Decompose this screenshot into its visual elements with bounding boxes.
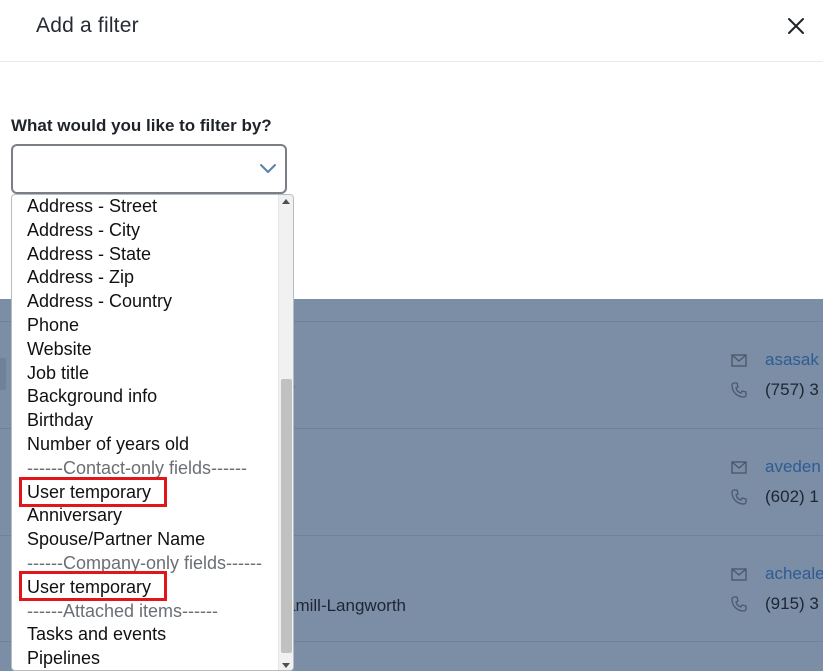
option-address-city[interactable]: Address - City	[27, 219, 140, 241]
contact-company: amill-Langworth	[286, 596, 406, 615]
option-address-street[interactable]: Address - Street	[27, 195, 157, 217]
option-spouse-partner-name[interactable]: Spouse/Partner Name	[27, 528, 205, 550]
option-anniversary[interactable]: Anniversary	[27, 504, 122, 526]
mail-icon	[731, 461, 747, 474]
filter-field-select[interactable]	[11, 144, 287, 194]
mail-icon	[731, 354, 747, 367]
filter-field-dropdown[interactable]: Address - Street Address - City Address …	[11, 194, 294, 671]
option-pipelines[interactable]: Pipelines	[27, 647, 100, 669]
option-group-contact-only: ------Contact-only fields------	[27, 457, 247, 478]
highlight-box	[19, 571, 167, 601]
option-phone[interactable]: Phone	[27, 314, 79, 336]
scroll-down-arrow-icon[interactable]	[282, 663, 290, 668]
modal-header: Add a filter	[0, 0, 823, 62]
modal-title: Add a filter	[36, 14, 139, 37]
scroll-thumb[interactable]	[281, 379, 292, 653]
phone-icon	[731, 596, 747, 612]
close-button[interactable]	[780, 12, 812, 40]
option-tasks-and-events[interactable]: Tasks and events	[27, 623, 166, 645]
option-address-zip[interactable]: Address - Zip	[27, 266, 134, 288]
phone-icon	[731, 382, 747, 398]
row-avatar	[0, 358, 6, 390]
option-job-title[interactable]: Job title	[27, 362, 89, 384]
contact-email[interactable]: asasak	[765, 350, 819, 370]
option-group-attached-items: ------Attached items------	[27, 600, 218, 621]
filter-question-label: What would you like to filter by?	[11, 116, 272, 135]
close-icon	[788, 18, 804, 34]
contact-phone: (602) 1	[765, 487, 819, 506]
contact-email[interactable]: aveden	[765, 457, 821, 477]
option-background-info[interactable]: Background info	[27, 385, 157, 407]
option-number-of-years-old[interactable]: Number of years old	[27, 433, 189, 455]
option-address-country[interactable]: Address - Country	[27, 290, 172, 312]
contact-phone: (757) 3	[765, 380, 819, 399]
contact-phone: (915) 3	[765, 594, 819, 613]
dropdown-scrollbar[interactable]	[278, 195, 293, 670]
contact-email[interactable]: acheale	[765, 564, 823, 584]
option-birthday[interactable]: Birthday	[27, 409, 93, 431]
highlight-box	[19, 477, 167, 507]
mail-icon	[731, 568, 747, 581]
chevron-down-icon	[260, 164, 276, 173]
option-address-state[interactable]: Address - State	[27, 243, 151, 265]
scroll-up-arrow-icon[interactable]	[282, 199, 290, 204]
phone-icon	[731, 489, 747, 505]
option-website[interactable]: Website	[27, 338, 92, 360]
